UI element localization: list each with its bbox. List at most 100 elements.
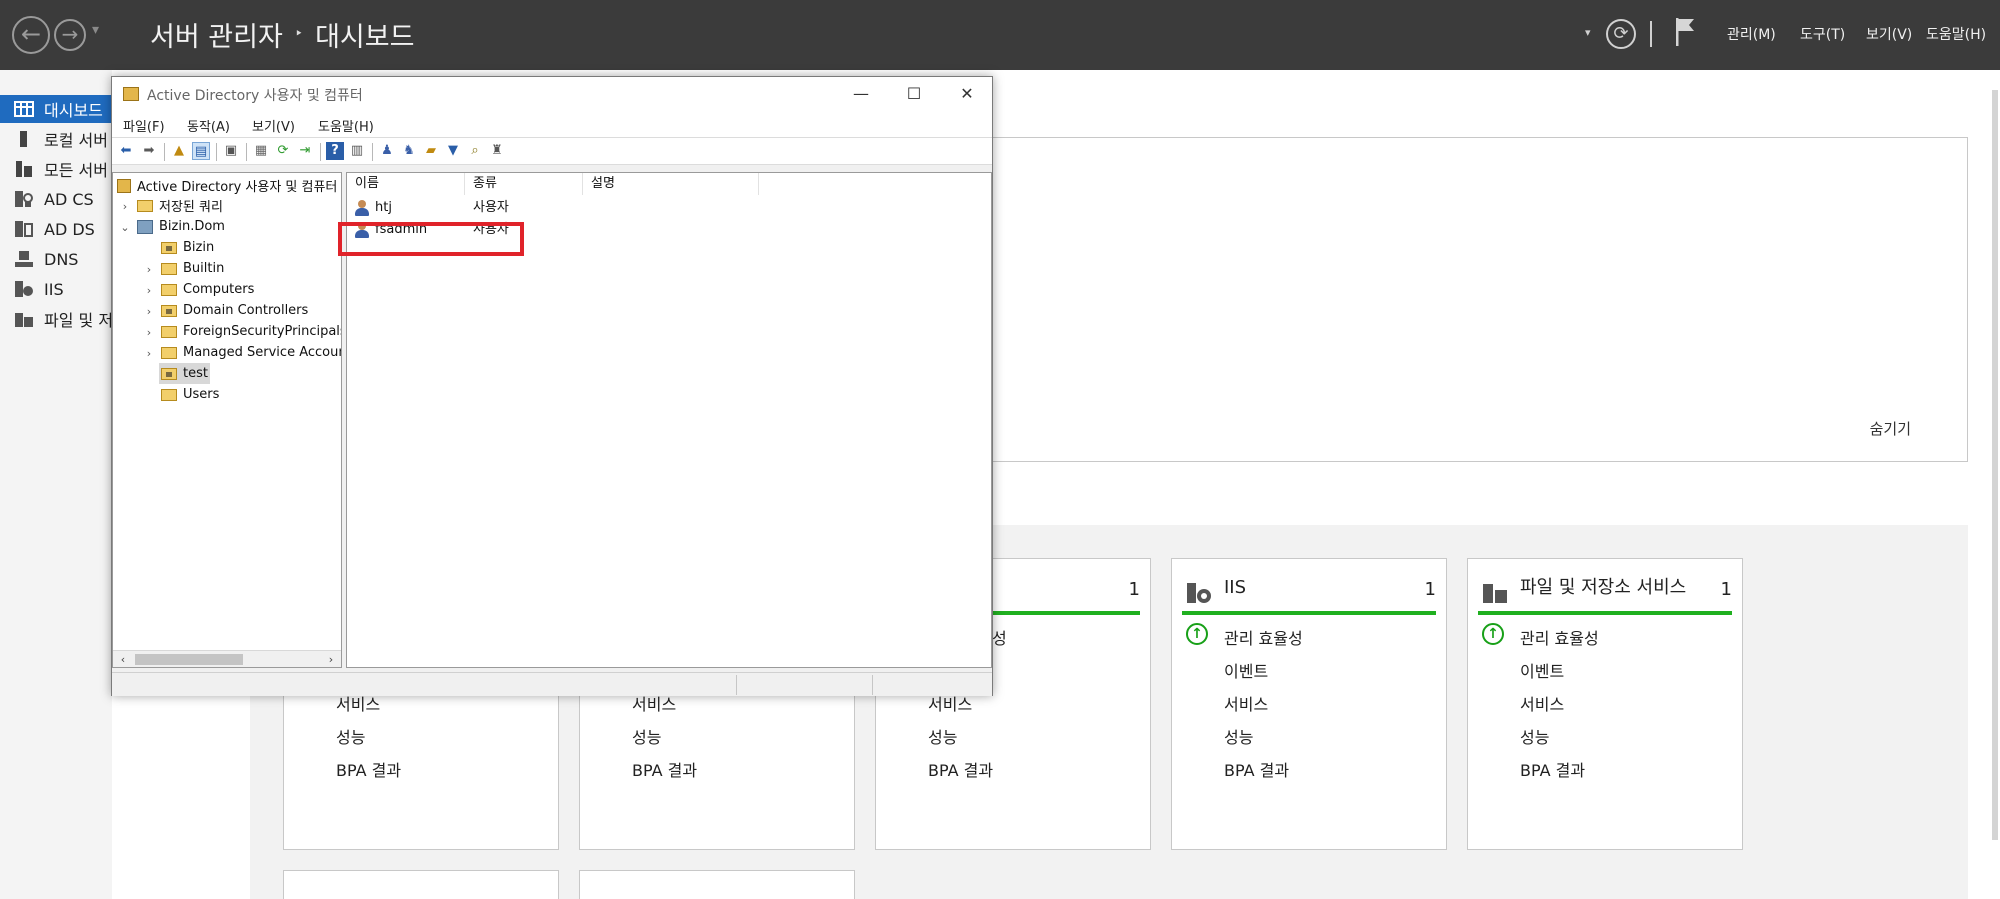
tile-row-manageability[interactable]: 관리 효율성 [1224,625,1303,649]
sidebar-item-all-servers[interactable]: 모든 서버 [0,155,112,183]
up-folder-icon[interactable]: ▲ [170,142,188,160]
tree-item-label: Bizin [183,240,215,255]
folder-icon [161,262,177,275]
maximize-button[interactable]: ☐ [889,77,939,111]
back-button[interactable]: ← [12,16,50,54]
collapse-chevron-icon[interactable]: ⌄ [119,221,131,234]
sidebar-item-dns[interactable]: DNS [0,245,112,273]
sidebar-item-iis[interactable]: IIS [0,275,112,303]
hide-welcome-link[interactable]: 숨기기 [1870,418,1911,439]
column-header-type[interactable]: 종류 [465,173,583,195]
tree-item-managed-service-accounts[interactable]: Managed Service Accounts [161,342,341,363]
add-to-group-icon[interactable]: ♜ [488,142,506,160]
expand-chevron-icon[interactable]: › [143,284,155,297]
list-item-user[interactable]: htj 사용자 [347,197,991,219]
find-icon[interactable]: ⌕ [466,142,484,160]
tile-row-events[interactable]: 이벤트 [1520,658,1564,682]
menu-tools[interactable]: 도구(T) [1800,24,1845,44]
tile-row-bpa[interactable]: BPA 결과 [1520,757,1585,781]
tile-row-performance[interactable]: 성능 [632,724,661,748]
menu-action[interactable]: 동작(A) [187,116,230,135]
user-name: htj [375,200,392,215]
folder-icon [161,283,177,296]
tree-item-bizin[interactable]: Bizin [161,237,214,258]
close-button[interactable]: ✕ [942,77,992,111]
notifications-flag-icon[interactable] [1674,16,1698,48]
file-storage-tile[interactable]: 파일 및 저장소 서비스 1 ↑ 관리 효율성 이벤트 서비스 성능 BPA 결… [1467,558,1743,850]
new-group-icon[interactable]: ♞ [400,142,418,160]
tile-row-events[interactable]: 이벤트 [1224,658,1268,682]
expand-chevron-icon[interactable]: › [119,200,131,213]
tree-item-foreign-security-principals[interactable]: ForeignSecurityPrincipals [161,321,341,342]
export-list-icon[interactable]: ⇥ [296,142,314,160]
scrollbar-thumb[interactable] [135,654,243,665]
forward-arrow-icon[interactable]: ➡ [140,142,158,160]
menu-file[interactable]: 파일(F) [123,116,165,135]
new-user-icon[interactable]: ♟ [378,142,396,160]
folder-icon [161,346,177,359]
sidebar-item-label: 로컬 서버 [44,131,108,150]
tree-item-users[interactable]: Users [161,384,219,405]
role-tile[interactable] [283,870,559,899]
history-dropdown-icon[interactable]: ▾ [92,22,99,38]
sidebar-item-local-server[interactable]: 로컬 서버 [0,125,112,153]
scroll-right-icon[interactable]: › [323,651,339,667]
menu-help[interactable]: 도움말(H) [318,116,374,135]
refresh-dropdown-icon[interactable]: ▾ [1585,26,1591,39]
iis-icon [1187,583,1211,603]
menu-view[interactable]: 보기(V) [1866,24,1912,44]
role-tile[interactable] [579,870,855,899]
properties-icon[interactable]: ▦ [252,142,270,160]
tile-row-bpa[interactable]: BPA 결과 [336,757,401,781]
back-arrow-icon[interactable]: ⬅ [117,142,135,160]
tree-root[interactable]: Active Directory 사용자 및 컴퓨터 [117,175,337,196]
tile-row-performance[interactable]: 성능 [928,724,957,748]
tile-row-bpa[interactable]: BPA 결과 [632,757,697,781]
tree-item-test[interactable]: test [159,363,210,384]
tree-item-saved-queries[interactable]: 저장된 쿼리 [137,195,223,216]
minimize-button[interactable]: — [836,77,886,111]
console-icon[interactable]: ▥ [348,142,366,160]
tile-row-bpa[interactable]: BPA 결과 [928,757,993,781]
tile-row-manageability[interactable]: 관리 효율성 [1520,625,1599,649]
show-tree-icon[interactable]: ▤ [192,142,210,160]
window-titlebar[interactable]: Active Directory 사용자 및 컴퓨터 — ☐ ✕ [112,77,992,111]
tile-row-services[interactable]: 서비스 [1224,691,1268,715]
sidebar-item-file-storage[interactable]: 파일 및 저 [0,305,112,333]
page-scrollbar[interactable] [1992,90,1998,840]
expand-chevron-icon[interactable]: › [143,263,155,276]
expand-chevron-icon[interactable]: › [143,326,155,339]
expand-chevron-icon[interactable]: › [143,305,155,318]
clipboard-icon[interactable]: ▣ [222,142,240,160]
expand-chevron-icon[interactable]: › [143,347,155,360]
forward-button[interactable]: → [54,19,86,51]
refresh-icon[interactable]: ⟳ [1606,19,1636,49]
tile-title[interactable]: IIS [1224,577,1394,598]
sidebar-item-ad-ds[interactable]: AD DS [0,215,112,243]
tree-item-computers[interactable]: Computers [161,279,254,300]
tree-item-domain-controllers[interactable]: Domain Controllers [161,300,308,321]
new-ou-icon[interactable]: ▰ [422,142,440,160]
refresh-icon[interactable]: ⟳ [274,142,292,160]
menu-view[interactable]: 보기(V) [252,116,295,135]
tile-row-bpa[interactable]: BPA 결과 [1224,757,1289,781]
tile-row-performance[interactable]: 성능 [1520,724,1549,748]
tile-row-services[interactable]: 서비스 [1520,691,1564,715]
menu-manage[interactable]: 관리(M) [1727,24,1776,44]
tree-item-builtin[interactable]: Builtin [161,258,224,279]
help-icon[interactable]: ? [326,142,344,160]
tile-row-performance[interactable]: 성능 [1224,724,1253,748]
sidebar-item-dashboard[interactable]: 대시보드 [0,95,112,123]
tile-row-performance[interactable]: 성능 [336,724,365,748]
tree-horizontal-scrollbar[interactable]: ‹ › [113,650,341,667]
scroll-left-icon[interactable]: ‹ [115,651,131,667]
iis-tile[interactable]: IIS 1 ↑ 관리 효율성 이벤트 서비스 성능 BPA 결과 [1171,558,1447,850]
tree-item-domain[interactable]: Bizin.Dom [137,216,225,237]
tile-title[interactable]: 파일 및 저장소 서비스 [1520,577,1690,598]
column-header-description[interactable]: 설명 [583,173,759,195]
column-header-name[interactable]: 이름 [347,173,465,195]
tree-pane: Active Directory 사용자 및 컴퓨터 › 저장된 쿼리 ⌄ Bi… [112,172,342,668]
filter-icon[interactable]: ▼ [444,142,462,160]
sidebar-item-ad-cs[interactable]: AD CS [0,185,112,213]
menu-help[interactable]: 도움말(H) [1926,24,1986,44]
